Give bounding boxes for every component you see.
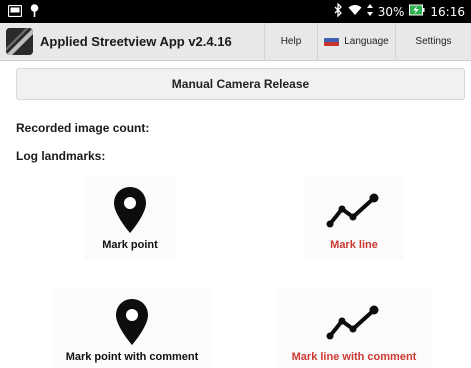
data-arrows-icon	[366, 4, 373, 20]
battery-percent: 30%	[377, 5, 405, 19]
status-time: 16:16	[430, 5, 465, 19]
battery-charging-icon	[409, 4, 425, 20]
map-pin-icon	[115, 298, 149, 346]
bluetooth-icon	[334, 2, 343, 21]
polyline-icon	[326, 190, 382, 230]
settings-button[interactable]: Settings	[395, 23, 471, 60]
help-label: Help	[280, 36, 302, 47]
mark-line-button[interactable]: Mark line	[304, 176, 404, 260]
app-bar: Applied Streetview App v2.4.16 Help Lang…	[0, 23, 471, 61]
mark-point-button[interactable]: Mark point	[84, 176, 176, 260]
mark-point-label: Mark point	[102, 239, 158, 251]
flag-icon	[324, 37, 340, 46]
mark-line-label: Mark line	[330, 239, 378, 251]
mark-point-with-comment-label: Mark point with comment	[65, 351, 199, 363]
language-button[interactable]: Language	[317, 23, 395, 60]
help-button[interactable]: Help	[264, 23, 317, 60]
location-pin-icon	[30, 4, 39, 22]
app-title: Applied Streetview App v2.4.16	[40, 34, 232, 49]
manual-camera-release-button[interactable]: Manual Camera Release	[16, 68, 465, 100]
map-pin-icon	[113, 186, 147, 234]
mark-line-with-comment-button[interactable]: Mark line with comment	[276, 288, 432, 368]
recorded-image-count-label: Recorded image count:	[16, 121, 150, 135]
settings-label: Settings	[415, 36, 452, 47]
gallery-icon	[7, 4, 23, 22]
mark-line-with-comment-label: Mark line with comment	[291, 351, 417, 363]
manual-camera-release-label: Manual Camera Release	[171, 77, 310, 91]
language-label: Language	[344, 36, 389, 47]
wifi-icon	[348, 4, 362, 20]
polyline-icon	[326, 302, 382, 342]
mark-point-with-comment-button[interactable]: Mark point with comment	[52, 288, 212, 368]
app-logo-icon	[6, 28, 33, 55]
status-bar: 30% 16:16	[0, 0, 471, 23]
log-landmarks-label: Log landmarks:	[16, 149, 106, 163]
